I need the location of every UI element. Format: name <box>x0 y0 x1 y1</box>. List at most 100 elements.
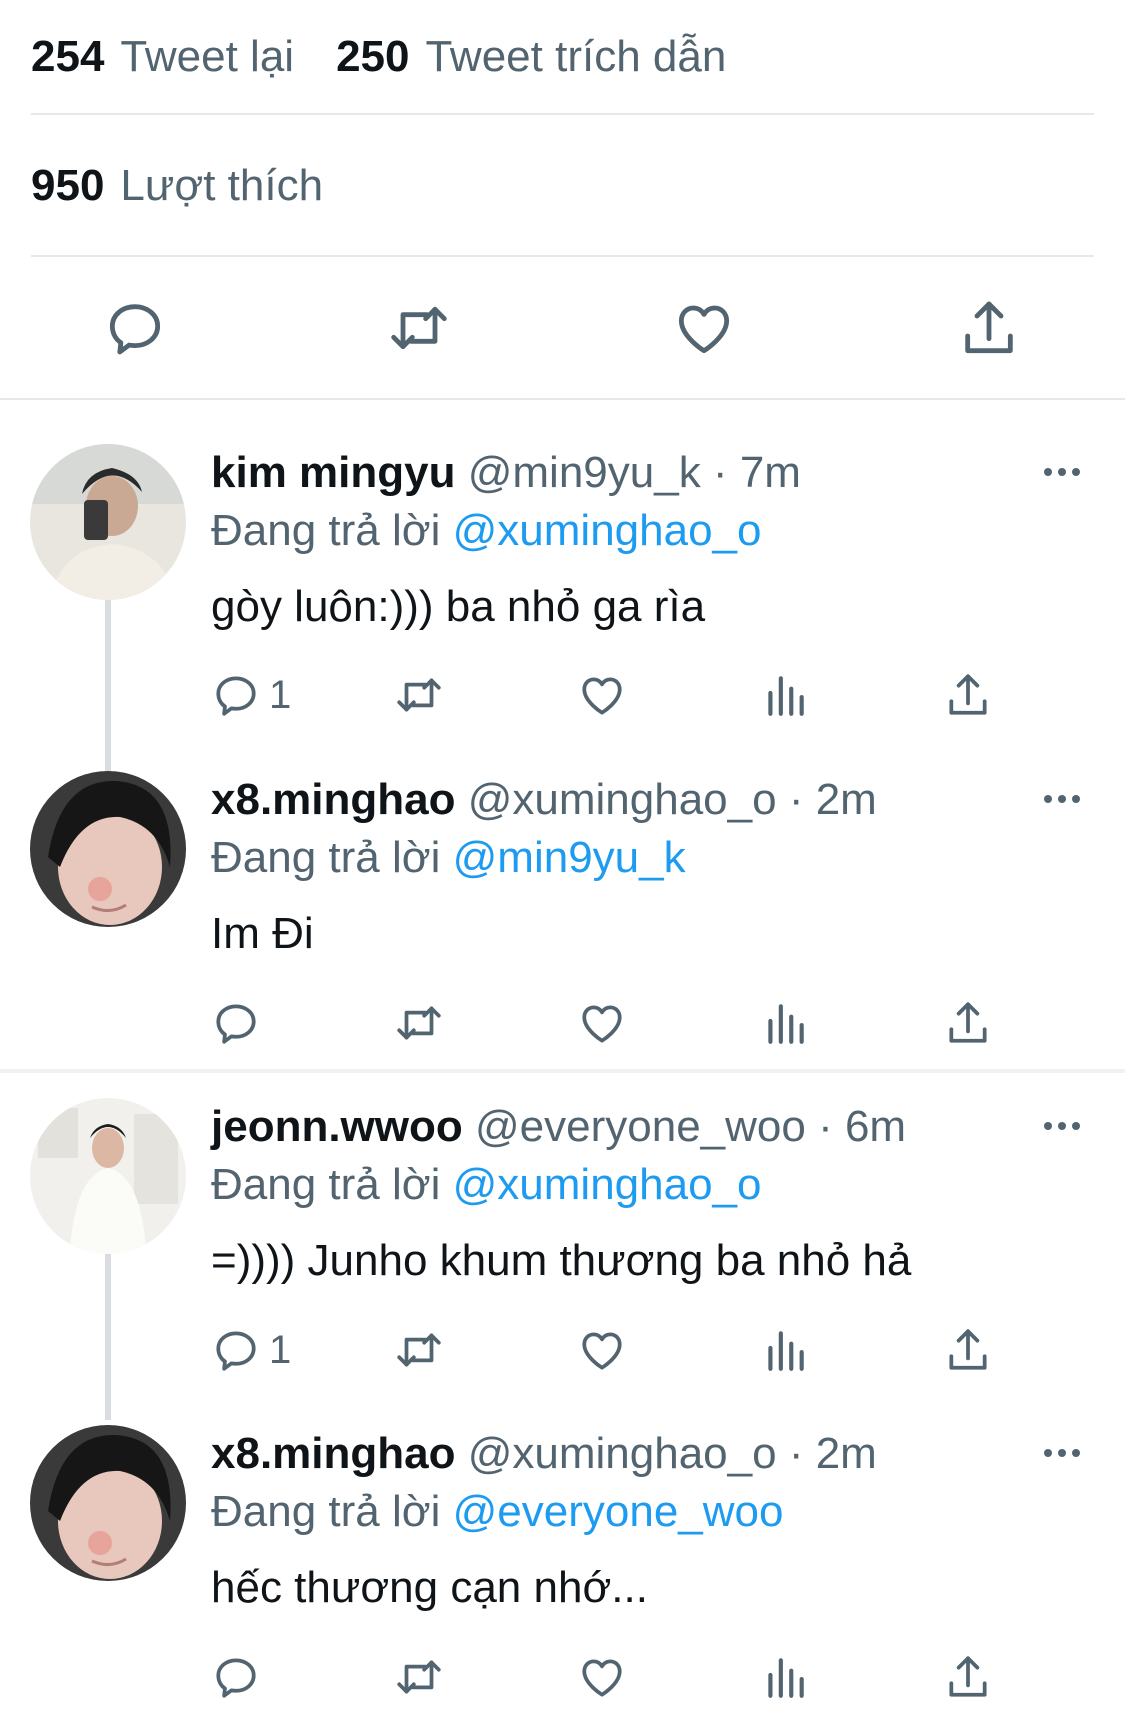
avatar[interactable] <box>30 1425 186 1581</box>
quotes-label[interactable]: Tweet trích dẫn <box>425 32 726 82</box>
like-icon <box>582 1332 622 1370</box>
share-button[interactable] <box>943 998 993 1048</box>
retweet-icon <box>397 678 441 712</box>
avatar[interactable] <box>30 1098 186 1254</box>
like-icon <box>582 677 622 715</box>
replying-label: Đang trả lời <box>211 1160 441 1209</box>
analytics-button[interactable] <box>760 1325 810 1375</box>
handle-time: @xuminghao_o · 2m <box>467 1429 877 1478</box>
share-icon <box>965 301 1013 354</box>
mention-link[interactable]: @xuminghao_o <box>453 506 762 555</box>
more-icon[interactable] <box>1042 792 1082 806</box>
reply-icon <box>109 304 161 355</box>
analytics-icon <box>768 676 804 716</box>
share-icon <box>949 674 987 715</box>
like-button[interactable] <box>577 998 627 1048</box>
reply-icon <box>216 1658 256 1698</box>
avatar[interactable] <box>30 771 186 927</box>
reply-button[interactable] <box>211 998 269 1048</box>
like-button[interactable] <box>577 1325 627 1375</box>
retweets-label[interactable]: Tweet lại <box>120 32 294 82</box>
handle-time: @xuminghao_o · 2m <box>467 775 877 824</box>
more-icon[interactable] <box>1042 465 1082 479</box>
share-button[interactable] <box>943 1325 993 1375</box>
share-icon <box>949 1329 987 1370</box>
retweet-button[interactable] <box>387 296 451 360</box>
display-name[interactable]: jeonn.wwoo <box>211 1102 463 1151</box>
analytics-button[interactable] <box>760 998 810 1048</box>
engagement-stats-row: 254 Tweet lại 250 Tweet trích dẫn <box>31 0 1094 115</box>
thread-line <box>105 600 111 772</box>
retweet-icon <box>391 306 447 350</box>
reply-button[interactable]: 1 <box>211 670 291 720</box>
more-icon[interactable] <box>1042 1119 1082 1133</box>
analytics-icon <box>768 1331 804 1371</box>
share-icon <box>949 1656 987 1697</box>
share-icon <box>949 1002 987 1043</box>
mention-link[interactable]: @min9yu_k <box>453 833 686 882</box>
display-name[interactable]: x8.minghao <box>211 775 456 824</box>
share-button[interactable] <box>943 670 993 720</box>
more-icon[interactable] <box>1042 1446 1082 1460</box>
retweet-button[interactable] <box>394 1652 444 1702</box>
reply-button[interactable]: 1 <box>211 1325 291 1375</box>
replying-to: Đang trả lời @xuminghao_o <box>211 506 761 556</box>
share-button[interactable] <box>943 1652 993 1702</box>
replying-label: Đang trả lời <box>211 506 441 555</box>
likes-count[interactable]: 950 <box>31 161 104 211</box>
reply-action-bar: 1 <box>211 1325 1011 1375</box>
reply-button[interactable] <box>103 296 167 360</box>
like-icon <box>582 1005 622 1043</box>
handle-time: @min9yu_k · 7m <box>467 448 801 497</box>
display-name[interactable]: kim mingyu <box>211 448 456 497</box>
like-button[interactable] <box>577 670 627 720</box>
tweet-action-bar <box>0 258 1125 400</box>
retweet-button[interactable] <box>394 1325 444 1375</box>
reply-button[interactable] <box>211 1652 269 1702</box>
reply-text: Im Đi <box>211 909 314 958</box>
reply-header: x8.minghao @xuminghao_o · 2m <box>211 775 995 825</box>
like-button[interactable] <box>672 296 736 360</box>
reply-icon <box>216 1331 256 1371</box>
retweet-icon <box>397 1006 441 1040</box>
mention-link[interactable]: @xuminghao_o <box>453 1160 762 1209</box>
analytics-icon <box>768 1658 804 1698</box>
like-button[interactable] <box>577 1652 627 1702</box>
retweet-button[interactable] <box>394 998 444 1048</box>
reply-header: x8.minghao @xuminghao_o · 2m <box>211 1429 995 1479</box>
reply-icon <box>216 1004 256 1044</box>
likes-label[interactable]: Lượt thích <box>120 161 323 211</box>
reply-text: gòy luôn:))) ba nhỏ ga rìa <box>211 582 706 631</box>
reply-text: hếc thương cạn nhớ... <box>211 1563 648 1612</box>
analytics-button[interactable] <box>760 670 810 720</box>
reply-action-bar <box>211 998 1011 1048</box>
reply-header: jeonn.wwoo @everyone_woo · 6m <box>211 1102 995 1152</box>
reply-count: 1 <box>269 672 292 717</box>
reply-header: kim mingyu @min9yu_k · 7m <box>211 448 995 498</box>
reply-count: 1 <box>269 1327 292 1372</box>
replying-to: Đang trả lời @xuminghao_o <box>211 1160 761 1210</box>
replying-label: Đang trả lời <box>211 1487 441 1536</box>
reply-action-bar: 1 <box>211 670 1011 720</box>
display-name[interactable]: x8.minghao <box>211 1429 456 1478</box>
analytics-button[interactable] <box>760 1652 810 1702</box>
mention-link[interactable]: @everyone_woo <box>453 1487 784 1536</box>
handle-time: @everyone_woo · 6m <box>475 1102 907 1151</box>
retweet-button[interactable] <box>394 670 444 720</box>
reply-icon <box>216 676 256 716</box>
like-icon <box>582 1659 622 1697</box>
avatar[interactable] <box>30 444 186 600</box>
thread-line <box>105 1254 111 1420</box>
share-button[interactable] <box>957 296 1021 360</box>
retweets-count[interactable]: 254 <box>31 32 104 82</box>
replying-to: Đang trả lời @min9yu_k <box>211 833 686 883</box>
likes-stats-row: 950 Lượt thích <box>31 117 1094 257</box>
retweet-icon <box>397 1660 441 1694</box>
replying-label: Đang trả lời <box>211 833 441 882</box>
retweet-icon <box>397 1333 441 1367</box>
reply-action-bar <box>211 1652 1011 1702</box>
quotes-count[interactable]: 250 <box>336 32 409 82</box>
reply-text: =)))) Junho khum thương ba nhỏ hả <box>211 1236 912 1285</box>
conversation-divider <box>0 1069 1125 1073</box>
like-icon <box>678 305 730 354</box>
